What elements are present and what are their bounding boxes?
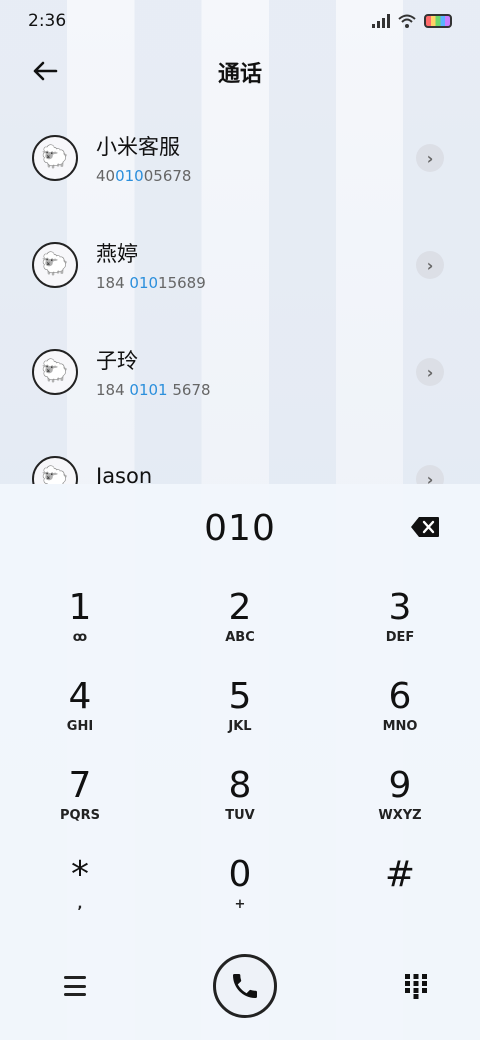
key-3[interactable]: 3 DEF [320, 588, 480, 677]
contact-row[interactable]: 🐑 子玲 184 0101 5678 › [0, 318, 480, 425]
key-letters: TUV [225, 808, 255, 823]
key-digit: 0 [228, 854, 252, 895]
key-0[interactable]: 0 + [160, 855, 320, 944]
key-letters: WXYZ [378, 808, 422, 823]
page-title: 通话 [217, 62, 262, 87]
avatar: 🐑 [32, 241, 78, 288]
key-digit: 8 [228, 765, 252, 806]
status-bar: 2:36 [0, 0, 480, 42]
call-button[interactable] [213, 954, 277, 1018]
key-letters: GHI [66, 719, 94, 734]
key-digit: # [384, 854, 416, 895]
key-letters: PQRS [60, 808, 100, 823]
key-9[interactable]: 9 WXYZ [320, 766, 480, 855]
dialer-panel: 010 1 ꝏ 2 ABC 3 DEF 4 GHI 5 JKL 6 MNO 7 … [0, 484, 480, 1040]
key-digit: 2 [228, 587, 252, 628]
contact-number: 4001005678 [96, 166, 192, 185]
key-letters: + [234, 897, 246, 912]
dial-keypad: 1 ꝏ 2 ABC 3 DEF 4 GHI 5 JKL 6 MNO 7 PQRS… [0, 588, 480, 944]
backspace-icon[interactable] [410, 516, 440, 538]
key-1[interactable]: 1 ꝏ [0, 588, 160, 677]
key-6[interactable]: 6 MNO [320, 677, 480, 766]
arrow-left-icon[interactable] [30, 56, 60, 86]
key-2[interactable]: 2 ABC [160, 588, 320, 677]
chevron-right-icon[interactable]: › [416, 465, 444, 484]
key-digit: * [71, 854, 89, 895]
wifi-icon [398, 14, 416, 28]
contact-row[interactable]: 🐑 小米客服 4001005678 › [0, 104, 480, 211]
contact-name: 子玲 [96, 348, 138, 373]
contact-name: 燕婷 [96, 241, 138, 266]
chevron-right-icon[interactable]: › [416, 251, 444, 279]
dialpad-icon[interactable] [404, 973, 428, 999]
key-digit: 9 [388, 765, 412, 806]
battery-icon [424, 14, 452, 28]
status-time: 2:36 [28, 11, 67, 31]
contact-name: 小米客服 [96, 134, 180, 159]
key-5[interactable]: 5 JKL [160, 677, 320, 766]
header: 通话 [0, 42, 480, 102]
key-digit: 4 [68, 676, 92, 717]
dialer-bottom-bar [0, 954, 480, 1018]
contact-number: 184 0101 5678 [96, 380, 211, 399]
contact-number: 184 01015689 [96, 273, 206, 292]
key-letters: MNO [382, 719, 418, 734]
key-digit: 5 [228, 676, 252, 717]
key-letters: JKL [228, 719, 252, 734]
key-7[interactable]: 7 PQRS [0, 766, 160, 855]
key-letters: DEF [385, 630, 415, 645]
key-letters: ABC [225, 630, 255, 645]
key-digit: 7 [68, 765, 92, 806]
dialed-number[interactable]: 010 [0, 508, 480, 549]
avatar: 🐑 [32, 134, 78, 181]
chevron-right-icon[interactable]: › [416, 358, 444, 386]
avatar: 🐑 [32, 455, 78, 484]
avatar: 🐑 [32, 348, 78, 395]
contact-name: Jason [96, 463, 153, 485]
voicemail-icon: ꝏ [72, 630, 88, 645]
phone-icon [233, 974, 257, 998]
status-icons [372, 14, 452, 28]
chevron-right-icon[interactable]: › [416, 144, 444, 172]
key-letters: , [77, 897, 83, 912]
contact-suggestion-list: 🐑 小米客服 4001005678 › 🐑 燕婷 184 01015689 › … [0, 104, 480, 484]
signal-icon [372, 14, 390, 28]
contact-row[interactable]: 🐑 燕婷 184 01015689 › [0, 211, 480, 318]
contact-row[interactable]: 🐑 Jason › [0, 425, 480, 484]
key-digit: 1 [68, 587, 92, 628]
key-digit: 3 [388, 587, 412, 628]
key-8[interactable]: 8 TUV [160, 766, 320, 855]
key-4[interactable]: 4 GHI [0, 677, 160, 766]
key-star[interactable]: * , [0, 855, 160, 944]
menu-icon[interactable] [64, 976, 86, 996]
key-digit: 6 [388, 676, 412, 717]
key-hash[interactable]: # [320, 855, 480, 944]
